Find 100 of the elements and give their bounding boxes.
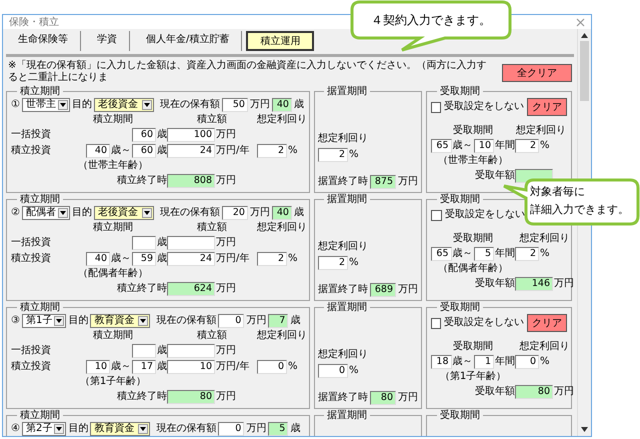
- field-label: 現在の保有額: [160, 207, 220, 219]
- input-field[interactable]: 0: [515, 355, 539, 369]
- person-dropdown[interactable]: 配偶者: [22, 206, 70, 220]
- scroll-down-icon[interactable]: [581, 427, 588, 432]
- plan-number: ②: [11, 207, 20, 219]
- input-field[interactable]: 18: [431, 355, 452, 369]
- scrollbar-thumb[interactable]: [580, 41, 589, 101]
- input-field[interactable]: [132, 344, 156, 358]
- input-field[interactable]: 24: [167, 144, 215, 158]
- field-label: 受取年額: [475, 386, 515, 398]
- input-field[interactable]: 0: [218, 314, 244, 328]
- input-field[interactable]: 40: [86, 252, 110, 266]
- input-field[interactable]: [132, 236, 156, 250]
- input-field[interactable]: [167, 236, 215, 250]
- person-dropdown[interactable]: 第2子: [22, 422, 66, 436]
- input-field[interactable]: 0: [257, 360, 287, 374]
- plan-number: ①: [11, 99, 20, 111]
- input-field[interactable]: 60: [132, 144, 156, 158]
- checkbox[interactable]: [431, 210, 442, 220]
- row-label: 一括投資: [11, 345, 52, 357]
- person-dropdown[interactable]: 世帯主: [22, 98, 70, 112]
- input-field[interactable]: 10: [86, 360, 110, 374]
- input-field[interactable]: 40: [86, 144, 110, 158]
- plan-number: ③: [11, 315, 20, 327]
- input-field[interactable]: 65: [431, 139, 452, 153]
- caret-icon: [142, 100, 152, 110]
- input-field[interactable]: 1: [474, 355, 494, 369]
- unit-label: 万円/年: [216, 253, 250, 265]
- close-icon[interactable]: [576, 18, 585, 26]
- input-field[interactable]: 2: [257, 144, 287, 158]
- result-field: 624: [167, 282, 215, 296]
- clear-button[interactable]: クリア: [527, 98, 567, 116]
- unit-label: 万円/年: [216, 145, 250, 157]
- person-dropdown[interactable]: 第1子: [22, 314, 66, 328]
- purpose-dropdown[interactable]: 老後資金: [94, 206, 154, 220]
- result-field: 808: [167, 174, 215, 188]
- checkbox[interactable]: [431, 102, 441, 112]
- column-header: 積立額: [196, 114, 228, 126]
- input-field[interactable]: 50: [222, 98, 248, 112]
- group-title: 据置期間: [326, 194, 368, 205]
- input-field[interactable]: 0: [218, 422, 244, 436]
- input-field[interactable]: 100: [167, 128, 215, 142]
- checkbox-label: 受取設定をしない: [444, 101, 524, 113]
- window-title: 保険・積立: [9, 16, 59, 29]
- input-field[interactable]: 5: [474, 247, 494, 261]
- checkbox[interactable]: [431, 318, 441, 328]
- field-label: 受取年額: [475, 170, 515, 182]
- input-field[interactable]: 24: [167, 252, 215, 266]
- field-label: 現在の保有額: [160, 99, 220, 111]
- tab[interactable]: 個人年金/積立貯蓄: [134, 31, 242, 51]
- unit-label: 歳: [294, 207, 304, 219]
- input-field[interactable]: 2: [257, 252, 287, 266]
- purpose-dropdown[interactable]: 教育資金: [90, 422, 150, 436]
- unit-label: 万円: [398, 284, 418, 296]
- column-header: 想定利回り: [515, 125, 567, 137]
- field-label: 据置終了時: [318, 176, 368, 188]
- caret-icon: [58, 208, 68, 218]
- purpose-dropdown[interactable]: 教育資金: [90, 314, 150, 328]
- input-field[interactable]: 60: [132, 128, 156, 142]
- tab[interactable]: 積立運用: [246, 31, 314, 51]
- column-header: 積立期間: [92, 330, 134, 342]
- result-field: 80: [515, 385, 553, 399]
- input-field[interactable]: 20: [222, 206, 248, 220]
- row-label: 積立投資: [11, 253, 52, 265]
- note-text: （第1子年齢）: [80, 376, 146, 388]
- input-field[interactable]: 2: [515, 247, 539, 261]
- clear-button[interactable]: クリア: [527, 314, 567, 332]
- unit-label: %: [540, 356, 550, 368]
- field-label: 目的: [72, 207, 92, 219]
- note-text: （配偶者年齢）: [438, 263, 508, 275]
- tab[interactable]: 生命保険等: [6, 31, 81, 51]
- input-field[interactable]: 10: [167, 360, 215, 374]
- unit-label: 歳: [294, 99, 304, 111]
- unit-label: 歳～: [452, 356, 472, 368]
- input-field[interactable]: 2: [318, 256, 348, 270]
- unit-label: 万円: [398, 176, 418, 188]
- group-title: 受取期間: [439, 194, 481, 205]
- input-field[interactable]: [167, 344, 215, 358]
- unit-label: 万円: [216, 175, 236, 187]
- field-label: 現在の保有額: [156, 423, 216, 435]
- tab[interactable]: 学資: [85, 31, 130, 51]
- scroll-up-icon[interactable]: [581, 33, 588, 38]
- input-field[interactable]: 2: [318, 148, 348, 162]
- input-field[interactable]: 10: [474, 139, 494, 153]
- unit-label: 歳: [157, 345, 167, 357]
- unit-label: 歳～: [452, 248, 472, 260]
- input-field[interactable]: 0: [318, 364, 348, 378]
- age-field: 5: [268, 422, 288, 436]
- input-field[interactable]: 2: [515, 139, 539, 153]
- note-text: （世帯主年齢）: [438, 155, 508, 167]
- clear-all-button[interactable]: 全クリア: [502, 64, 572, 82]
- input-field[interactable]: 59: [132, 252, 156, 266]
- group-title: 積立期間: [19, 86, 61, 97]
- purpose-dropdown[interactable]: 老後資金: [94, 98, 154, 112]
- input-field[interactable]: 17: [132, 360, 156, 374]
- unit-label: %: [540, 140, 550, 152]
- unit-label: 歳～: [111, 145, 131, 157]
- input-field[interactable]: 65: [431, 247, 452, 261]
- column-header: 想定利回り: [257, 330, 307, 342]
- unit-label: 年間: [495, 248, 515, 260]
